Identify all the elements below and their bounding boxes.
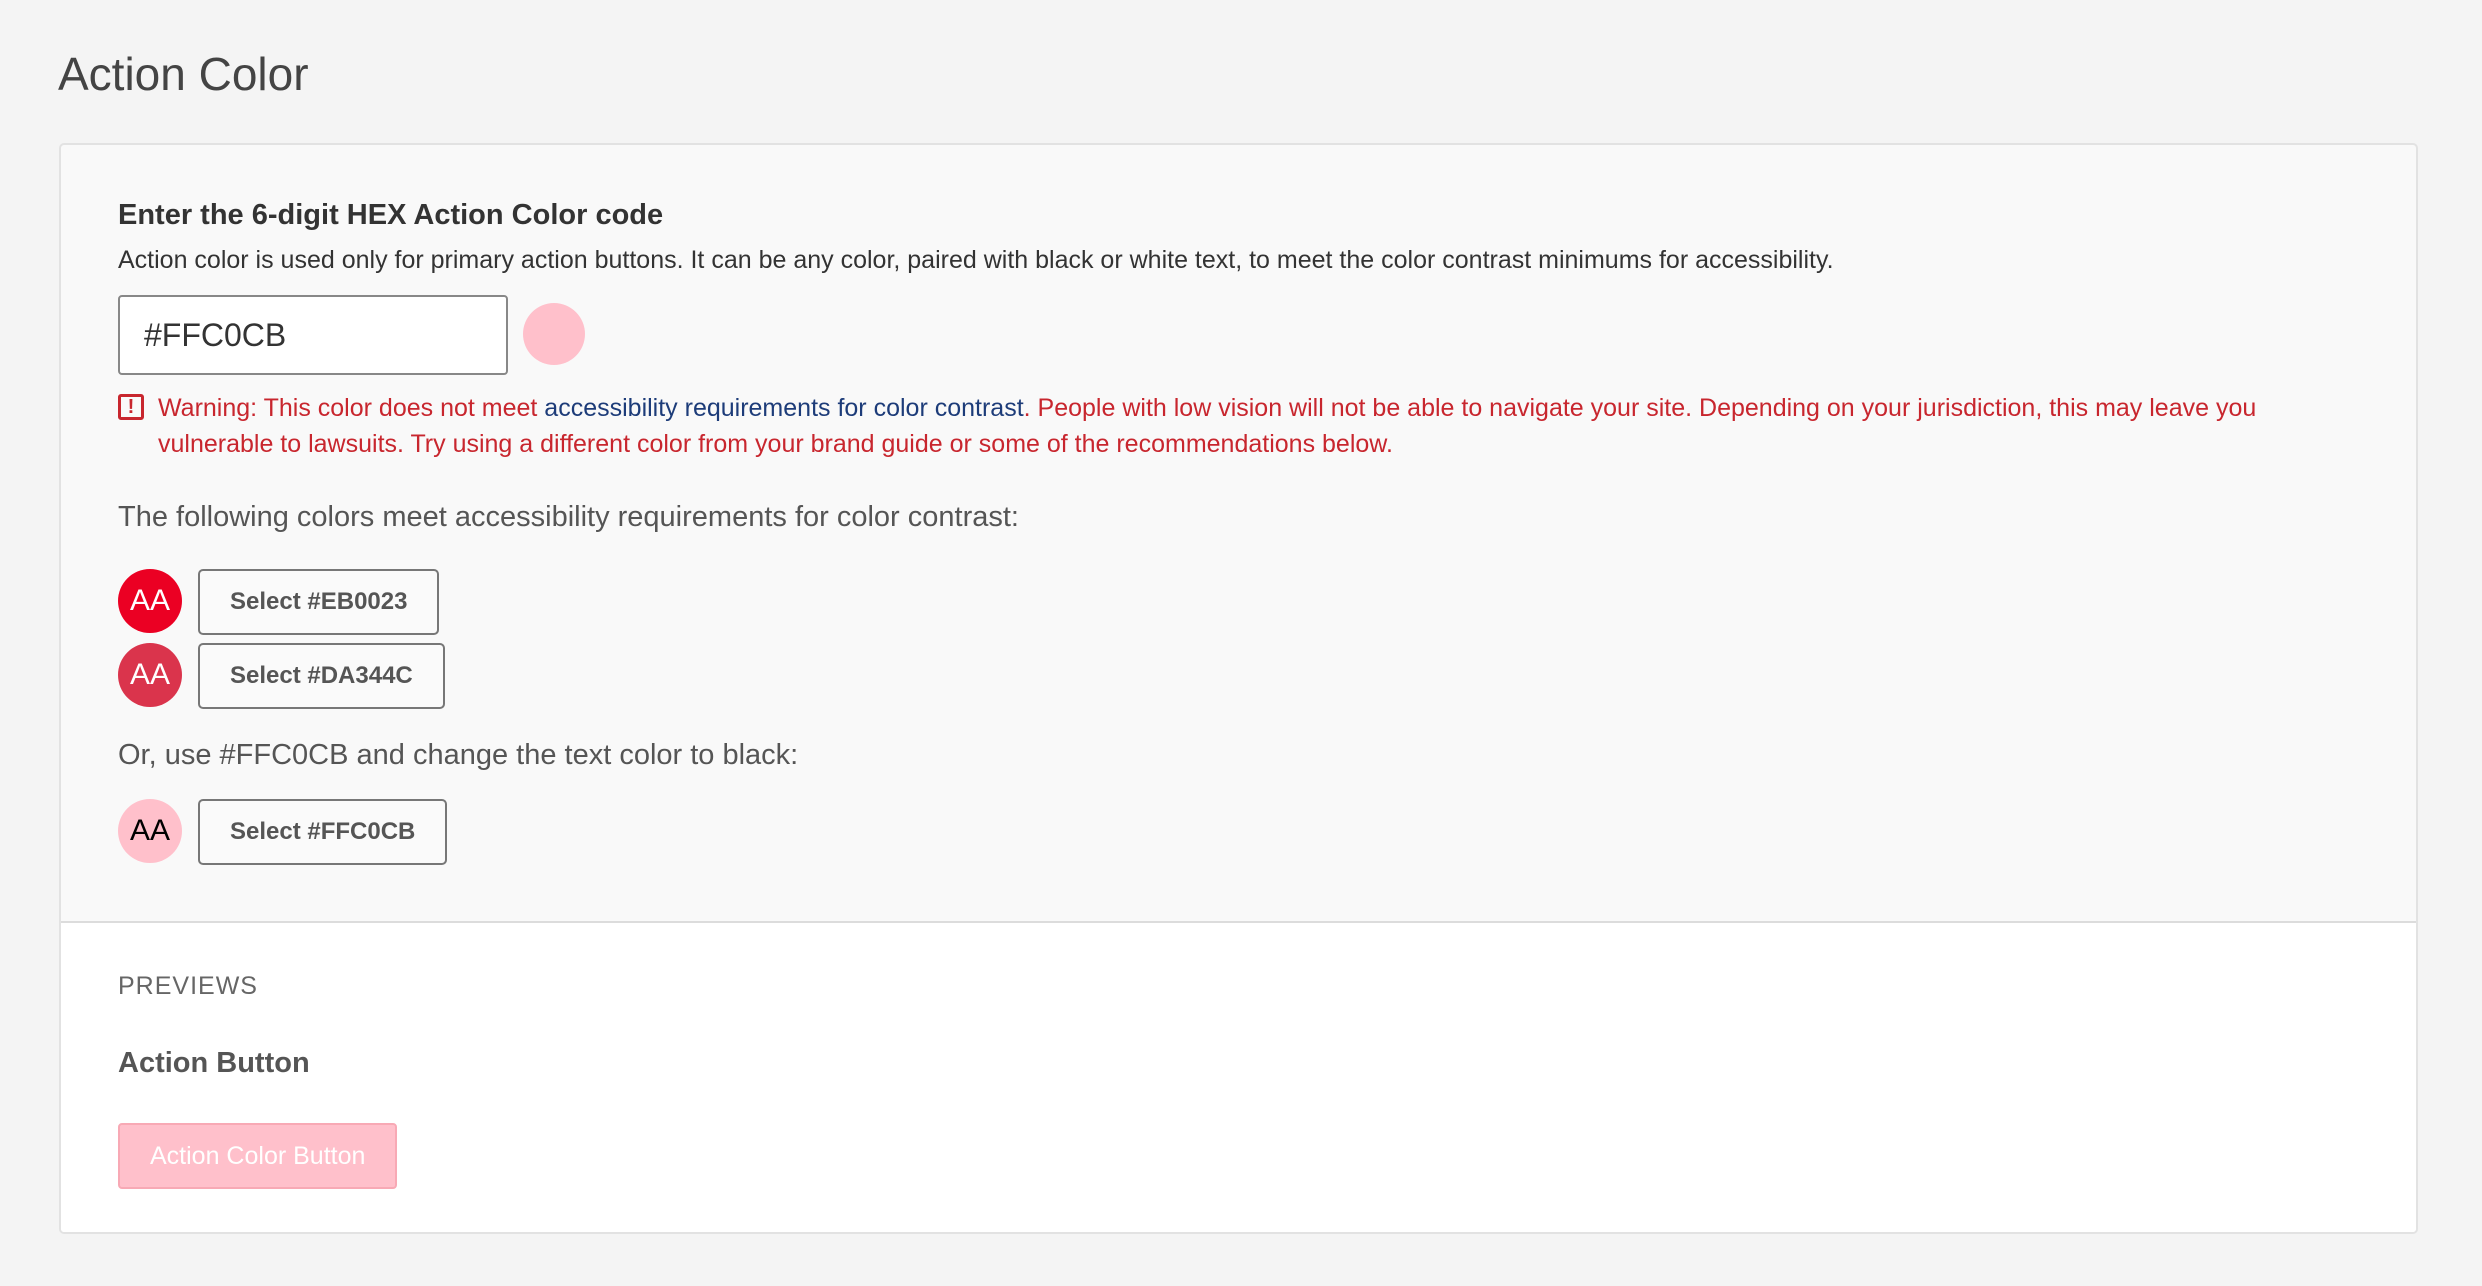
contrast-warning: ! Warning: This color does not meet acce…: [118, 390, 2368, 462]
select-color-button[interactable]: Select #DA344C: [198, 643, 445, 709]
previews-section: PREVIEWS Action Button Action Color Butt…: [61, 921, 2416, 1232]
hex-color-input[interactable]: [118, 295, 508, 375]
color-preview-swatch: [523, 303, 585, 365]
alert-icon: !: [118, 394, 144, 420]
action-color-card: Enter the 6-digit HEX Action Color code …: [59, 143, 2418, 1234]
action-color-preview-button[interactable]: Action Color Button: [118, 1123, 398, 1189]
contrast-swatch: AA: [118, 569, 182, 633]
alternative-heading: Or, use #FFC0CB and change the text colo…: [118, 739, 799, 771]
preview-heading: Action Button: [118, 1047, 310, 1079]
recommendations-heading: The following colors meet accessibility …: [118, 501, 1019, 533]
warning-text: Warning: This color does not meet access…: [158, 390, 2368, 462]
page-title: Action Color: [58, 48, 309, 100]
color-settings-section: Enter the 6-digit HEX Action Color code …: [61, 145, 2416, 921]
contrast-swatch: AA: [118, 643, 182, 707]
contrast-swatch: AA: [118, 799, 182, 863]
section-heading: Enter the 6-digit HEX Action Color code: [118, 199, 664, 231]
previews-label: PREVIEWS: [118, 972, 258, 1000]
warning-prefix: Warning: This color does not meet: [158, 394, 545, 422]
accessibility-requirements-link[interactable]: accessibility requirements for color con…: [544, 394, 1023, 422]
select-color-button[interactable]: Select #EB0023: [198, 569, 440, 635]
section-description: Action color is used only for primary ac…: [118, 246, 1834, 274]
select-color-button[interactable]: Select #FFC0CB: [198, 799, 448, 865]
